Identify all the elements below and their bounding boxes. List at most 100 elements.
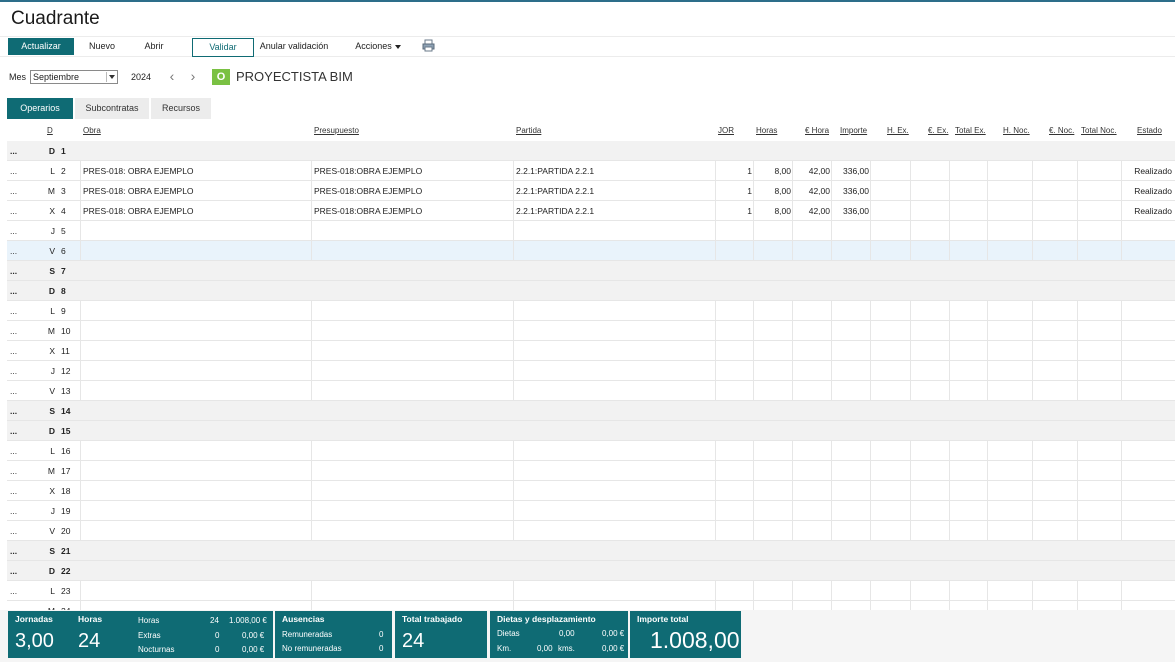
row-menu-button[interactable]: ... [10,361,22,381]
table-row[interactable]: ... D 22 [7,561,1175,581]
row-menu-button[interactable]: ... [10,541,22,561]
cell-partida[interactable]: 2.2.1:PARTIDA 2.2.1 [516,161,714,181]
table-row[interactable]: ... L 23 [7,581,1175,601]
table-row[interactable]: ... D 1 [7,141,1175,161]
row-menu-button[interactable]: ... [10,341,22,361]
table-row[interactable]: ... X 11 [7,341,1175,361]
row-menu-button[interactable]: ... [10,481,22,501]
row-menu-button[interactable]: ... [10,401,22,421]
row-menu-button[interactable]: ... [10,161,22,181]
col-header-totalnoc[interactable]: Total Noc. [1081,126,1117,135]
table-row[interactable]: ... L 9 [7,301,1175,321]
tab-subcontratas[interactable]: Subcontratas [75,98,149,119]
row-menu-button[interactable]: ... [10,241,22,261]
table-row[interactable]: ... D 8 [7,281,1175,301]
cell-importe[interactable]: 336,00 [832,201,869,221]
table-row[interactable]: ... X 18 [7,481,1175,501]
row-menu-button[interactable]: ... [10,181,22,201]
col-header-hnoc[interactable]: H. Noc. [1003,126,1030,135]
table-row[interactable]: ... J 19 [7,501,1175,521]
cell-ehora[interactable]: 42,00 [793,201,830,221]
table-row[interactable]: ... L 16 [7,441,1175,461]
cell-ehora[interactable]: 42,00 [793,161,830,181]
cell-horas[interactable]: 8,00 [754,161,791,181]
cell-estado[interactable]: Realizado [1122,201,1172,221]
table-row[interactable]: ... X 4 PRES-018: OBRA EJEMPLO PRES-018:OBRA… [7,201,1175,221]
acciones-menu[interactable]: Acciones [352,38,404,55]
table-row[interactable]: ... S 7 [7,261,1175,281]
row-menu-button[interactable]: ... [10,441,22,461]
table-row[interactable]: ... D 15 [7,421,1175,441]
abrir-button[interactable]: Abrir [138,38,170,55]
col-header-horas[interactable]: Horas [756,126,777,135]
cell-ehora[interactable]: 42,00 [793,181,830,201]
col-header-estado[interactable]: Estado [1137,126,1162,135]
row-menu-button[interactable]: ... [10,421,22,441]
row-menu-button[interactable]: ... [10,381,22,401]
anular-validacion-button[interactable]: Anular validación [258,38,330,55]
col-header-ehora[interactable]: € Hora [805,126,829,135]
nuevo-button[interactable]: Nuevo [84,38,120,55]
col-header-enoc[interactable]: €. Noc. [1049,126,1074,135]
validar-button[interactable]: Validar [192,38,254,57]
col-header-totalex[interactable]: Total Ex. [955,126,986,135]
row-menu-button[interactable]: ... [10,561,22,581]
row-menu-button[interactable]: ... [10,521,22,541]
col-header-hex[interactable]: H. Ex. [887,126,909,135]
cell-obra[interactable]: PRES-018: OBRA EJEMPLO [83,201,309,221]
table-row[interactable]: ... M 3 PRES-018: OBRA EJEMPLO PRES-018:OBRA… [7,181,1175,201]
cell-importe[interactable]: 336,00 [832,161,869,181]
cell-presupuesto[interactable]: PRES-018:OBRA EJEMPLO [314,161,512,181]
col-header-presupuesto[interactable]: Presupuesto [314,126,359,135]
col-header-d[interactable]: D [47,126,53,135]
cell-presupuesto[interactable]: PRES-018:OBRA EJEMPLO [314,181,512,201]
table-row[interactable]: ... M 17 [7,461,1175,481]
table-row[interactable]: ... L 2 PRES-018: OBRA EJEMPLO PRES-018:OBRA… [7,161,1175,181]
tab-operarios[interactable]: Operarios [7,98,73,119]
row-menu-button[interactable]: ... [10,581,22,601]
cell-jor[interactable]: 1 [716,201,752,221]
table-row[interactable]: ... M 10 [7,321,1175,341]
col-header-importe[interactable]: Importe [840,126,867,135]
cell-importe[interactable]: 336,00 [832,181,869,201]
cell-estado[interactable]: Realizado [1122,181,1172,201]
row-menu-button[interactable] [10,601,22,610]
cell-horas[interactable]: 8,00 [754,181,791,201]
row-menu-button[interactable]: ... [10,201,22,221]
col-header-partida[interactable]: Partida [516,126,541,135]
row-menu-button[interactable]: ... [10,221,22,241]
month-select[interactable]: Septiembre [30,70,118,84]
next-month-icon[interactable]: › [186,68,200,84]
row-menu-button[interactable]: ... [10,461,22,481]
row-menu-button[interactable]: ... [10,301,22,321]
printer-icon[interactable] [422,39,435,52]
previous-month-icon[interactable]: ‹ [165,68,179,84]
table-row[interactable]: ... J 12 [7,361,1175,381]
cell-estado[interactable]: Realizado [1122,161,1172,181]
cell-obra[interactable]: PRES-018: OBRA EJEMPLO [83,161,309,181]
cell-obra[interactable]: PRES-018: OBRA EJEMPLO [83,181,309,201]
year-field[interactable]: 2024 [131,72,151,82]
table-row[interactable]: ... V 20 [7,521,1175,541]
table-row[interactable]: M 24 [7,601,1175,610]
table-row[interactable]: ... V 6 [7,241,1175,261]
col-header-obra[interactable]: Obra [83,126,101,135]
row-menu-button[interactable]: ... [10,141,22,161]
row-menu-button[interactable]: ... [10,501,22,521]
cell-partida[interactable]: 2.2.1:PARTIDA 2.2.1 [516,201,714,221]
col-header-jor[interactable]: JOR [718,126,734,135]
table-row[interactable]: ... S 14 [7,401,1175,421]
cell-jor[interactable]: 1 [716,181,752,201]
row-menu-button[interactable]: ... [10,321,22,341]
cell-presupuesto[interactable]: PRES-018:OBRA EJEMPLO [314,201,512,221]
table-row[interactable]: ... J 5 [7,221,1175,241]
tab-recursos[interactable]: Recursos [151,98,211,119]
table-row[interactable]: ... V 13 [7,381,1175,401]
table-row[interactable]: ... S 21 [7,541,1175,561]
row-menu-button[interactable]: ... [10,281,22,301]
row-menu-button[interactable]: ... [10,261,22,281]
actualizar-button[interactable]: Actualizar [8,38,74,55]
cell-partida[interactable]: 2.2.1:PARTIDA 2.2.1 [516,181,714,201]
cell-jor[interactable]: 1 [716,161,752,181]
col-header-eex[interactable]: €. Ex. [928,126,948,135]
